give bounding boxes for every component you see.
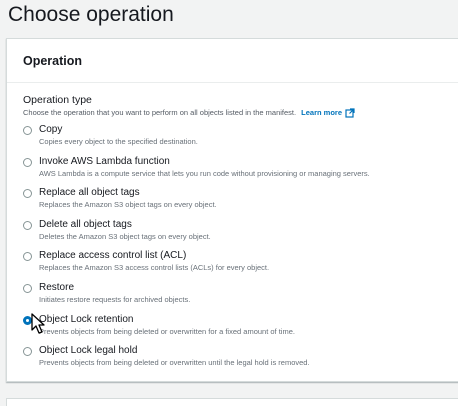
option-description: Initiates restore requests for archived …	[39, 294, 191, 304]
option-description: Copies every object to the specified des…	[39, 137, 198, 146]
radio-button[interactable]	[23, 126, 32, 135]
external-link-icon	[345, 108, 355, 121]
operation-type-label: Operation type	[23, 94, 92, 106]
panel-header: Operation	[7, 39, 458, 83]
option-label[interactable]: Object Lock retention	[39, 313, 134, 327]
option-label[interactable]: Copy	[39, 123, 62, 137]
next-panel	[6, 398, 458, 406]
operation-panel: Operation Operation type Choose the oper…	[6, 38, 458, 382]
radio-button[interactable]	[23, 157, 32, 167]
learn-more-label: Learn more	[301, 108, 343, 117]
option-description: AWS Lambda is a compute service that let…	[39, 168, 370, 178]
option-label[interactable]: Invoke AWS Lambda function	[39, 155, 170, 169]
radio-button[interactable]	[23, 189, 32, 199]
option-label[interactable]: Restore	[39, 281, 74, 295]
option-description: Prevents objects from being deleted or o…	[39, 358, 310, 368]
page: Choose operation Operation Operation typ…	[0, 0, 458, 406]
option-description: Replaces the Amazon S3 access control li…	[39, 263, 270, 273]
option-label[interactable]: Replace all object tags	[39, 186, 140, 200]
option-description: Deletes the Amazon S3 object tags on eve…	[39, 231, 211, 241]
radio-button[interactable]	[23, 220, 32, 230]
option-label[interactable]: Object Lock legal hold	[39, 344, 137, 358]
radio-button[interactable]	[23, 347, 32, 357]
option-label[interactable]: Delete all object tags	[39, 218, 132, 232]
panel-title: Operation	[23, 54, 83, 68]
operation-type-description: Choose the operation that you want to pe…	[23, 108, 355, 121]
option-description: Replaces the Amazon S3 object tags on ev…	[39, 200, 217, 210]
option-label[interactable]: Replace access control list (ACL)	[39, 249, 186, 263]
radio-button[interactable]	[23, 252, 32, 262]
learn-more-link[interactable]: Learn more	[301, 108, 355, 118]
page-title: Choose operation	[8, 3, 174, 26]
option-description: Prevents objects from being deleted or o…	[39, 326, 295, 336]
radio-button[interactable]	[23, 283, 32, 293]
radio-button[interactable]	[23, 315, 32, 325]
description-text: Choose the operation that you want to pe…	[23, 108, 297, 117]
